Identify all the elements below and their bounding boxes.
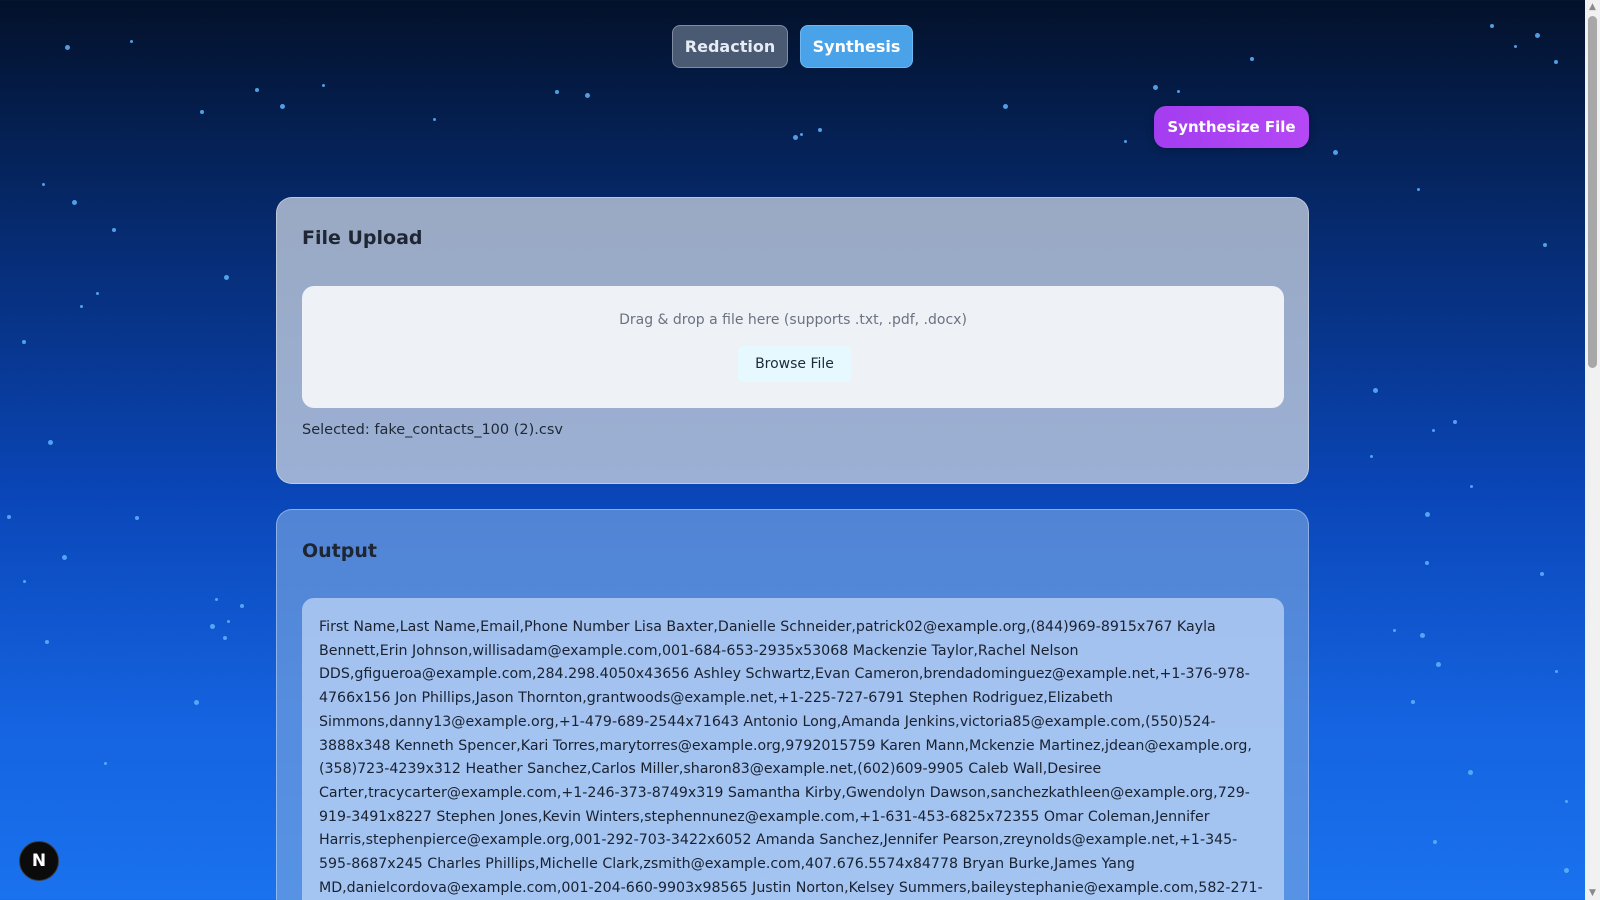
star-dot: [585, 93, 590, 98]
mode-switch: Redaction Synthesis: [672, 25, 913, 68]
star-dot: [22, 340, 26, 344]
star-dot: [1393, 629, 1396, 632]
star-dot: [223, 636, 227, 640]
synthesis-tab-button[interactable]: Synthesis: [800, 25, 913, 68]
star-dot: [112, 228, 116, 232]
star-dot: [1543, 243, 1547, 247]
star-dot: [1370, 455, 1373, 458]
star-dot: [1250, 57, 1254, 61]
star-dot: [1124, 140, 1127, 143]
redaction-tab-button[interactable]: Redaction: [672, 25, 788, 68]
star-dot: [433, 118, 436, 121]
file-upload-title: File Upload: [302, 227, 423, 249]
star-dot: [1468, 770, 1473, 775]
star-dot: [800, 133, 803, 136]
scrollbar-thumb[interactable]: [1588, 16, 1597, 368]
synthesize-file-button[interactable]: Synthesize File: [1154, 106, 1309, 148]
star-dot: [1564, 868, 1569, 873]
file-upload-card: File Upload Drag & drop a file here (sup…: [276, 197, 1309, 484]
star-dot: [104, 762, 107, 765]
star-dot: [1540, 572, 1544, 576]
star-dot: [555, 90, 559, 94]
star-dot: [224, 275, 229, 280]
star-dot: [194, 700, 199, 705]
scroll-up-arrow-icon[interactable]: ▲: [1585, 0, 1600, 14]
star-dot: [65, 45, 70, 50]
star-dot: [240, 604, 244, 608]
star-dot: [42, 183, 45, 186]
output-card: Output First Name,Last Name,Email,Phone …: [276, 509, 1309, 900]
star-dot: [215, 598, 218, 601]
nextjs-dev-badge[interactable]: N: [19, 841, 59, 881]
star-dot: [818, 128, 822, 132]
star-dot: [255, 88, 259, 92]
star-dot: [23, 580, 26, 583]
star-dot: [1453, 420, 1457, 424]
star-dot: [210, 624, 215, 629]
star-dot: [45, 640, 49, 644]
output-text-area[interactable]: First Name,Last Name,Email,Phone Number …: [302, 598, 1284, 900]
star-dot: [1003, 104, 1008, 109]
star-dot: [72, 200, 77, 205]
star-dot: [1433, 840, 1437, 844]
star-dot: [1417, 188, 1420, 191]
output-content: First Name,Last Name,Email,Phone Number …: [319, 619, 1263, 896]
star-dot: [1420, 633, 1425, 638]
star-dot: [1373, 388, 1378, 393]
output-title: Output: [302, 540, 377, 562]
star-dot: [1565, 800, 1568, 803]
star-dot: [1411, 700, 1415, 704]
star-dot: [1333, 150, 1338, 155]
star-dot: [1425, 561, 1429, 565]
star-dot: [793, 135, 798, 140]
star-dot: [62, 555, 67, 560]
star-dot: [7, 515, 11, 519]
star-dot: [135, 516, 139, 520]
star-dot: [1432, 429, 1435, 432]
star-dot: [227, 620, 230, 623]
star-dot: [48, 440, 53, 445]
page-scrollbar[interactable]: ▲ ▼: [1585, 0, 1600, 900]
star-dot: [96, 292, 99, 295]
star-dot: [1470, 485, 1473, 488]
star-dot: [80, 305, 83, 308]
star-dot: [1514, 45, 1517, 48]
star-dot: [1555, 670, 1558, 673]
scroll-down-arrow-icon[interactable]: ▼: [1585, 886, 1600, 900]
selected-file-label: Selected: fake_contacts_100 (2).csv: [302, 422, 563, 438]
star-dot: [280, 104, 285, 109]
star-dot: [322, 84, 325, 87]
dropzone-instructions: Drag & drop a file here (supports .txt, …: [619, 312, 967, 328]
star-dot: [1153, 85, 1158, 90]
star-dot: [1554, 60, 1558, 64]
browse-file-button[interactable]: Browse File: [738, 346, 851, 382]
star-dot: [1436, 662, 1441, 667]
star-dot: [1535, 33, 1540, 38]
star-dot: [200, 110, 204, 114]
star-dot: [1490, 24, 1494, 28]
star-dot: [1425, 512, 1430, 517]
file-dropzone[interactable]: Drag & drop a file here (supports .txt, …: [302, 286, 1284, 408]
star-dot: [130, 40, 133, 43]
star-dot: [1177, 90, 1180, 93]
